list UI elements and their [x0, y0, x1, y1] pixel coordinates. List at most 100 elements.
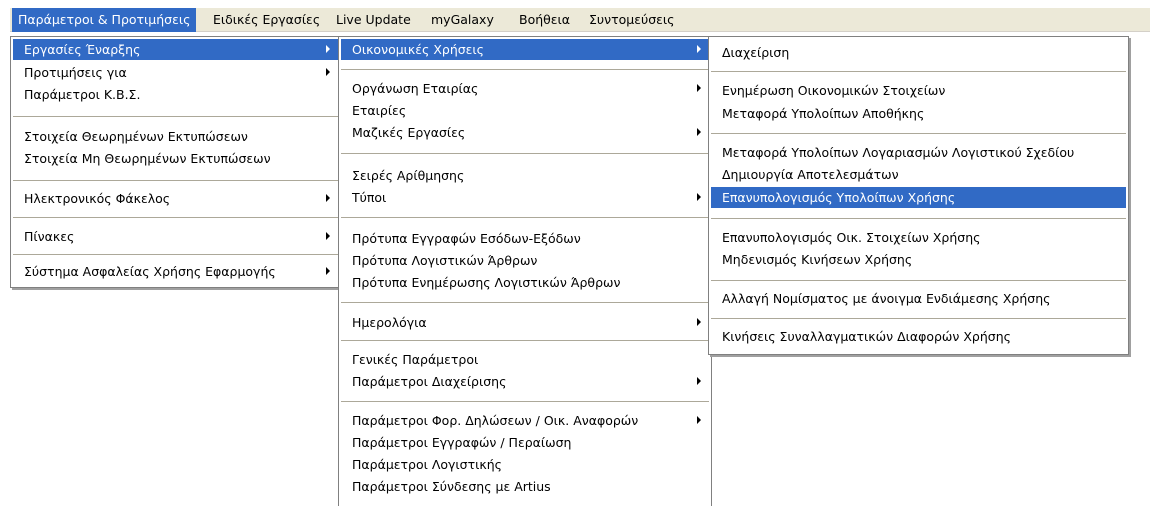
menubar-item-live-update[interactable]: Live Update — [330, 8, 417, 32]
menu-item-entries-parameters[interactable]: Παράμετροι Εγγραφών / Περαίωση — [341, 432, 709, 453]
menu-item-label: Τύποι — [352, 190, 387, 205]
menu-item-label: Πρότυπα Εγγραφών Εσόδων-Εξόδων — [352, 231, 581, 246]
menu-item-startup-tasks[interactable]: Εργασίες Έναρξης — [13, 39, 338, 60]
menu-separator — [711, 218, 1126, 219]
submenu-arrow-icon — [697, 84, 701, 92]
menu-item-artius-parameters[interactable]: Παράμετροι Σύνδεσης με Artius — [341, 476, 709, 497]
menu-item-label: Πρότυπα Λογιστικών Άρθρων — [352, 253, 538, 268]
menu-item-label: Ηλεκτρονικός Φάκελος — [24, 191, 171, 206]
menu-item-label: Σειρές Αρίθμησης — [352, 168, 465, 183]
menu-item-security-system[interactable]: Σύστημα Ασφαλείας Χρήσης Εφαρμογής — [13, 261, 338, 282]
menubar-item-shortcuts[interactable]: Συντομεύσεις — [583, 8, 680, 32]
menu-item-accounting-parameters[interactable]: Παράμετροι Λογιστικής — [341, 454, 709, 475]
menu-item-journals[interactable]: Ημερολόγια — [341, 312, 709, 333]
menu-item-certified-prints[interactable]: Στοιχεία Θεωρημένων Εκτυπώσεων — [13, 126, 338, 147]
menu-item-label: Παράμετροι Φορ. Δηλώσεων / Οικ. Αναφορών — [352, 413, 639, 428]
submenu-arrow-icon — [326, 232, 330, 240]
menu-item-tables[interactable]: Πίνακες — [13, 226, 338, 247]
menu-item-general-parameters[interactable]: Γενικές Παράμετροι — [341, 349, 709, 370]
menu-item-recalculate-financial-data[interactable]: Επανυπολογισμός Οικ. Στοιχείων Χρήσης — [711, 227, 1126, 248]
menu-item-preferences[interactable]: Προτιμήσεις για — [13, 62, 338, 83]
menu-item-label: Παράμετροι Διαχείρισης — [352, 374, 507, 389]
menu-item-zero-transactions[interactable]: Μηδενισμός Κινήσεων Χρήσης — [711, 249, 1126, 270]
menu-item-numbering-series[interactable]: Σειρές Αρίθμησης — [341, 165, 709, 186]
menu-separator — [341, 69, 709, 70]
menu-item-companies[interactable]: Εταιρίες — [341, 100, 709, 121]
menu-separator — [711, 71, 1126, 72]
menu-item-label: Σύστημα Ασφαλείας Χρήσης Εφαρμογής — [24, 264, 276, 279]
menu-item-label: Οικονομικές Χρήσεις — [352, 42, 484, 57]
submenu-arrow-icon — [326, 68, 330, 76]
menu-separator — [341, 340, 709, 341]
menu-item-label: Πίνακες — [24, 229, 75, 244]
menu-item-noncertified-prints[interactable]: Στοιχεία Μη Θεωρημένων Εκτυπώσεων — [13, 148, 338, 169]
menu-item-accounting-article-templates[interactable]: Πρότυπα Λογιστικών Άρθρων — [341, 250, 709, 271]
menu-separator — [13, 116, 338, 117]
menu-item-label: Παράμετροι Εγγραφών / Περαίωση — [352, 435, 572, 450]
menu-item-label: Μεταφορά Υπολοίπων Αποθήκης — [722, 106, 925, 121]
menubar-item-special-tasks[interactable]: Ειδικές Εργασίες — [207, 8, 326, 32]
submenu-arrow-icon — [697, 45, 701, 53]
menu-separator — [341, 153, 709, 154]
menu-item-management-parameters[interactable]: Παράμετροι Διαχείρισης — [341, 371, 709, 392]
submenu-arrow-icon — [697, 193, 701, 201]
menu-item-income-expense-templates[interactable]: Πρότυπα Εγγραφών Εσόδων-Εξόδων — [341, 228, 709, 249]
submenu-arrow-icon — [697, 377, 701, 385]
menu-item-bulk-tasks[interactable]: Μαζικές Εργασίες — [341, 122, 709, 143]
menu-item-management[interactable]: Διαχείριση — [711, 42, 1126, 63]
menu-item-label: Επανυπολογισμός Οικ. Στοιχείων Χρήσης — [722, 230, 981, 245]
submenu-arrow-icon — [697, 318, 701, 326]
menu-item-label: Ημερολόγια — [352, 315, 427, 330]
menu-item-label: Μηδενισμός Κινήσεων Χρήσης — [722, 252, 913, 267]
menu-item-label: Κινήσεις Συναλλαγματικών Διαφορών Χρήσης — [722, 329, 1011, 344]
menu-item-transfer-account-balances[interactable]: Μεταφορά Υπολοίπων Λογαριασμών Λογιστικο… — [711, 142, 1126, 163]
menu-item-label: Μαζικές Εργασίες — [352, 125, 466, 140]
menu-item-kbs-parameters[interactable]: Παράμετροι Κ.Β.Σ. — [13, 84, 338, 105]
menu-item-types[interactable]: Τύποι — [341, 187, 709, 208]
menu-separator — [13, 180, 338, 181]
menu-item-label: Μεταφορά Υπολοίπων Λογαριασμών Λογιστικο… — [722, 145, 1075, 160]
menubar-item-help[interactable]: Βοήθεια — [513, 8, 576, 32]
menu-item-tax-declaration-parameters[interactable]: Παράμετροι Φορ. Δηλώσεων / Οικ. Αναφορών — [341, 410, 709, 431]
menubar-item-parameters[interactable]: Παράμετροι & Προτιμήσεις — [12, 8, 197, 32]
menu-fiscal-years: Διαχείριση Ενημέρωση Οικονομικών Στοιχεί… — [708, 36, 1129, 355]
submenu-arrow-icon — [326, 194, 330, 202]
menu-item-exchange-differences[interactable]: Κινήσεις Συναλλαγματικών Διαφορών Χρήσης — [711, 326, 1126, 347]
menu-item-recalculate-balances[interactable]: Επανυπολογισμός Υπολοίπων Χρήσης — [711, 187, 1126, 208]
menu-separator — [341, 302, 709, 303]
menubar: Παράμετροι & Προτιμήσεις Ειδικές Εργασίε… — [10, 8, 1150, 32]
menu-item-label: Στοιχεία Μη Θεωρημένων Εκτυπώσεων — [24, 151, 271, 166]
menu-item-create-results[interactable]: Δημιουργία Αποτελεσμάτων — [711, 164, 1126, 185]
menu-item-label: Προτιμήσεις για — [24, 65, 127, 80]
menu-item-label: Δημιουργία Αποτελεσμάτων — [722, 167, 899, 182]
menu-item-label: Παράμετροι Σύνδεσης με Artius — [352, 479, 551, 494]
menu-separator — [341, 401, 709, 402]
menu-item-label: Εταιρίες — [352, 103, 407, 118]
menu-item-accounting-update-templates[interactable]: Πρότυπα Ενημέρωσης Λογιστικών Άρθρων — [341, 272, 709, 293]
menu-item-label: Διαχείριση — [722, 45, 790, 60]
menu-item-label: Εργασίες Έναρξης — [24, 42, 141, 57]
menu-item-company-organization[interactable]: Οργάνωση Εταιρίας — [341, 78, 709, 99]
menu-separator — [341, 217, 709, 218]
submenu-arrow-icon — [326, 45, 330, 53]
menu-item-update-financial-data[interactable]: Ενημέρωση Οικονομικών Στοιχείων — [711, 80, 1126, 101]
menu-item-label: Οργάνωση Εταιρίας — [352, 81, 479, 96]
menu-item-label: Στοιχεία Θεωρημένων Εκτυπώσεων — [24, 129, 248, 144]
menu-item-label: Επανυπολογισμός Υπολοίπων Χρήσης — [722, 190, 956, 205]
submenu-arrow-icon — [697, 128, 701, 136]
menu-item-label: Αλλαγή Νομίσματος με άνοιγμα Ενδιάμεσης … — [722, 291, 1051, 306]
menu-startup-tasks: Οικονομικές Χρήσεις Οργάνωση Εταιρίας Ετ… — [338, 36, 712, 506]
menu-separator — [711, 133, 1126, 134]
menu-item-change-currency[interactable]: Αλλαγή Νομίσματος με άνοιγμα Ενδιάμεσης … — [711, 288, 1126, 309]
menu-item-label: Πρότυπα Ενημέρωσης Λογιστικών Άρθρων — [352, 275, 621, 290]
menu-separator — [711, 280, 1126, 281]
submenu-arrow-icon — [697, 416, 701, 424]
menu-item-electronic-folder[interactable]: Ηλεκτρονικός Φάκελος — [13, 188, 338, 209]
menu-item-fiscal-years[interactable]: Οικονομικές Χρήσεις — [341, 39, 709, 60]
menu-item-transfer-warehouse-balances[interactable]: Μεταφορά Υπολοίπων Αποθήκης — [711, 103, 1126, 124]
menu-item-label: Γενικές Παράμετροι — [352, 352, 479, 367]
menu-item-label: Παράμετροι Κ.Β.Σ. — [24, 87, 141, 102]
menu-separator — [13, 254, 338, 255]
menubar-item-mygalaxy[interactable]: myGalaxy — [425, 8, 500, 32]
submenu-arrow-icon — [326, 267, 330, 275]
